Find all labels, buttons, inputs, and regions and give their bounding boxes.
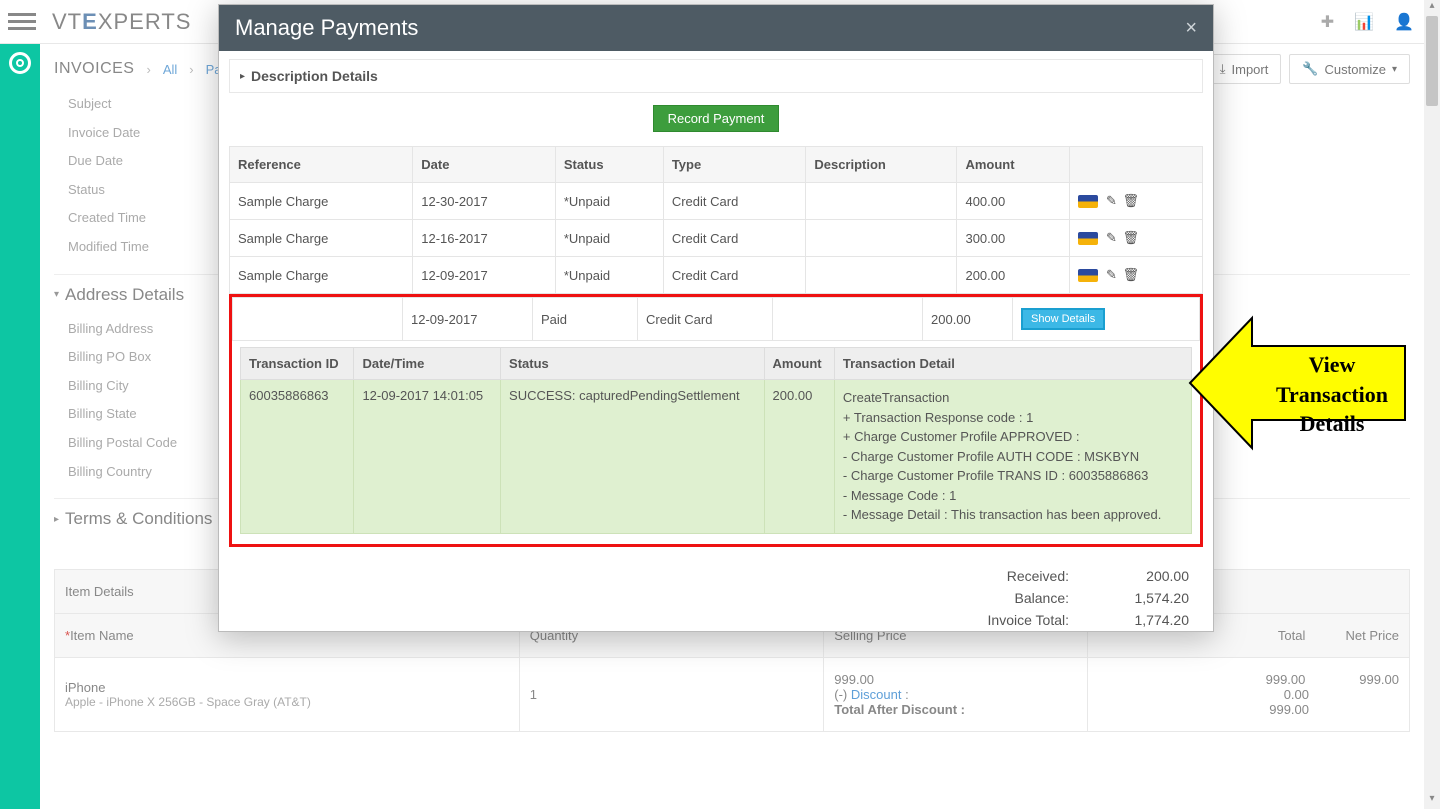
col-datetime: Date/Time [354, 348, 501, 380]
col-reference: Reference [230, 147, 413, 183]
delete-icon[interactable]: 🗑 [1123, 230, 1140, 245]
transaction-detail-table: Transaction ID Date/Time Status Amount T… [240, 347, 1192, 534]
transaction-header-row: Transaction ID Date/Time Status Amount T… [241, 348, 1192, 380]
paid-row-table: 12-09-2017 Paid Credit Card 200.00 Show … [232, 297, 1200, 341]
record-payment-button[interactable]: Record Payment [653, 105, 780, 132]
manage-payments-modal: Manage Payments × ▸ Description Details … [218, 4, 1214, 632]
chevron-right-icon: ▸ [240, 71, 245, 82]
col-actions [1070, 147, 1203, 183]
page-scrollbar[interactable]: ▴ ▾ [1424, 0, 1440, 809]
scroll-down-icon[interactable]: ▾ [1424, 793, 1440, 809]
credit-card-icon[interactable] [1078, 269, 1098, 282]
modal-body: ▸ Description Details Record Payment Ref… [219, 51, 1213, 631]
scroll-up-icon[interactable]: ▴ [1424, 0, 1440, 16]
payments-header-row: Reference Date Status Type Description A… [230, 147, 1203, 183]
paid-payment-row: 12-09-2017 Paid Credit Card 200.00 Show … [233, 298, 1200, 341]
col-type: Type [663, 147, 806, 183]
scroll-thumb[interactable] [1426, 16, 1438, 106]
credit-card-icon[interactable] [1078, 195, 1098, 208]
edit-icon[interactable]: ✎ [1106, 193, 1117, 208]
transaction-row: 60035886863 12-09-2017 14:01:05 SUCCESS:… [241, 380, 1192, 534]
annotation-callout: View Transaction Details [1180, 288, 1420, 491]
col-description: Description [806, 147, 957, 183]
col-status: Status [555, 147, 663, 183]
modal-title: Manage Payments [235, 15, 418, 41]
edit-icon[interactable]: ✎ [1106, 267, 1117, 282]
col-date: Date [413, 147, 556, 183]
row-actions: ✎ 🗑 [1070, 220, 1203, 257]
payment-row: Sample Charge 12-09-2017 *Unpaid Credit … [230, 257, 1203, 294]
close-icon[interactable]: × [1185, 17, 1197, 40]
callout-text: View Transaction Details [1258, 350, 1406, 439]
payment-row: Sample Charge 12-30-2017 *Unpaid Credit … [230, 183, 1203, 220]
delete-icon[interactable]: 🗑 [1123, 193, 1140, 208]
col-trans-amount: Amount [764, 348, 834, 380]
show-details-button[interactable]: Show Details [1021, 308, 1105, 330]
col-amount: Amount [957, 147, 1070, 183]
payment-totals: Received:200.00 Balance:1,574.20 Invoice… [219, 547, 1213, 632]
payments-table: Reference Date Status Type Description A… [229, 146, 1203, 294]
transaction-detail-cell: CreateTransaction + Transaction Response… [834, 380, 1191, 534]
row-actions: ✎ 🗑 [1070, 183, 1203, 220]
description-toggle[interactable]: ▸ Description Details [229, 59, 1203, 93]
edit-icon[interactable]: ✎ [1106, 230, 1117, 245]
credit-card-icon[interactable] [1078, 232, 1098, 245]
modal-header: Manage Payments × [219, 5, 1213, 51]
highlighted-transaction-box: 12-09-2017 Paid Credit Card 200.00 Show … [229, 294, 1203, 547]
col-trans-status: Status [501, 348, 764, 380]
row-actions: Show Details [1013, 298, 1200, 341]
col-trans-id: Transaction ID [241, 348, 354, 380]
payment-row: Sample Charge 12-16-2017 *Unpaid Credit … [230, 220, 1203, 257]
col-trans-detail: Transaction Detail [834, 348, 1191, 380]
delete-icon[interactable]: 🗑 [1123, 267, 1140, 282]
